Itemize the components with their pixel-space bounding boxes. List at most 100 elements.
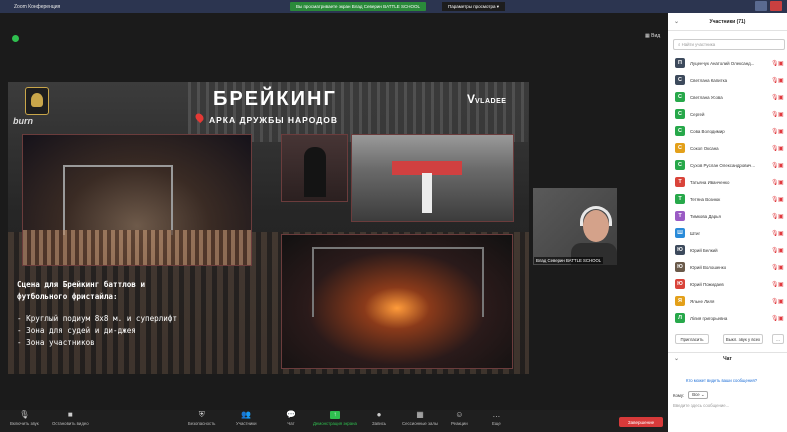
participants-button[interactable]: 👥 Участники [236,411,257,427]
video-icon: ■ [67,410,73,419]
participant-name: Татьяна Иванченко [690,179,730,185]
avatar: С [675,126,685,136]
participant-row[interactable]: Ю Юрий Волошенко 🎙 ▣ [668,260,787,274]
participant-row[interactable]: Т Татьяна Иванченко 🎙 ▣ [668,175,787,189]
participant-name: Светлана Усова [690,94,723,100]
avatar: С [675,109,685,119]
participant-name: Юрий Белкий [690,247,718,253]
video-off-icon: ▣ [778,264,784,271]
mute-all-button[interactable]: Выкл. звук у всех [723,334,763,344]
participant-name: Сухов Руслан Олександрович... [690,162,756,168]
more-icon: … [492,410,501,419]
encryption-shield-icon[interactable] [12,35,19,42]
invite-button[interactable]: Пригласить [675,334,709,344]
participants-header: ⌄ Участники (71) [668,13,787,31]
stage-features-list: - Круглый подиум 8х8 м. и суперлифт - Зо… [17,313,267,349]
security-button[interactable]: ⛨ Безопасность [188,410,215,427]
breakout-rooms-button[interactable]: ▦ Сессионные залы [402,410,438,427]
participant-name: Юрий Пожидаев [690,281,724,287]
video-off-icon: ▣ [778,94,784,101]
list-item: - Круглый подиум 8х8 м. и суперлифт [17,314,178,323]
share-screen-button[interactable]: ↑ Демонстрация экрана [313,411,357,426]
avatar: Ю [675,279,685,289]
participant-row[interactable]: Ю Юрий Белкий 🎙 ▣ [668,243,787,257]
share-banner: Вы просматриваете экран Влад Северин BAT… [290,2,426,11]
participant-name: Сокол Оксана [690,145,719,151]
chevron-down-icon[interactable]: ⌄ [674,355,679,362]
list-item: - Зона участников [17,338,95,347]
avatar: Ю [675,262,685,272]
participant-row[interactable]: П Луценчук Анатолий Олександ... 🎙 ▣ [668,56,787,70]
unmute-button[interactable]: 🎙 Включить звук [10,410,39,427]
participant-name: Сова Володимир [690,128,725,134]
participant-row[interactable]: Л Лілия григорьевна 🎙 ▣ [668,311,787,325]
view-label: Вид [651,33,661,39]
chat-input[interactable]: Введите здесь сообщение... [673,403,729,408]
participant-name: Штиг [690,230,701,236]
chat-recipient: Кому: Все ⌄ [673,391,709,399]
participant-row[interactable]: С Светлана Усова 🎙 ▣ [668,90,787,104]
dj-photo [281,134,348,202]
video-off-icon: ▣ [778,213,784,220]
meeting-toolbar: 🎙 Включить звук ■ Остановить видео ⛨ Без… [0,410,668,432]
share-screen-icon: ↑ [329,411,340,419]
security-icon: ⛨ [198,410,205,419]
avatar: Л [675,313,685,323]
avatar: С [675,92,685,102]
view-options-button[interactable]: Параметры просмотра ▾ [442,2,506,11]
avatar: С [675,75,685,85]
record-button[interactable]: ● Запись [372,410,386,427]
slide-title: БРЕЙКИНГ [213,88,337,110]
video-off-icon: ▣ [778,128,784,135]
participant-search-input[interactable]: ⌕ Найти участника [673,39,785,50]
video-off-icon: ▣ [778,111,784,118]
participant-name: Яльне Лиля [690,298,715,304]
participant-row[interactable]: Ш Штиг 🎙 ▣ [668,226,787,240]
more-options-button[interactable]: ... [772,334,784,344]
battle-school-logo [25,87,49,115]
chat-button[interactable]: 💬 Чат [286,410,296,427]
chat-visibility-note[interactable]: Кто может видеть ваши сообщения? [686,378,757,383]
avatar: П [675,58,685,68]
view-button[interactable]: ▦ Вид [645,33,660,39]
video-off-icon: ▣ [778,60,784,67]
record-icon: ● [376,410,382,419]
participant-row[interactable]: С Сокол Оксана 🎙 ▣ [668,141,787,155]
close-icon[interactable] [770,1,782,11]
minimize-icon[interactable] [755,1,767,11]
chat-recipient-select[interactable]: Все ⌄ [688,391,709,399]
presentation-slide: burn БРЕЙКИНГ АРКА ДРУЖБЫ НАРОДОВ VVLADE… [8,82,529,374]
avatar: Т [675,194,685,204]
video-off-icon: ▣ [778,247,784,254]
avatar: Я [675,296,685,306]
mic-icon: 🎙 [19,410,30,419]
avatar: С [675,143,685,153]
more-button[interactable]: … Еще [492,410,501,427]
video-off-icon: ▣ [778,77,784,84]
participant-row[interactable]: Т Тетяна Вознюк 🎙 ▣ [668,192,787,206]
participant-row[interactable]: Ю Юрий Пожидаев 🎙 ▣ [668,277,787,291]
chat-icon: 💬 [286,410,296,419]
video-off-icon: ▣ [778,230,784,237]
participant-name: Тимкова Дарья [690,213,721,219]
end-meeting-button[interactable]: Завершение [619,417,663,427]
stop-video-button[interactable]: ■ Остановить видео [52,410,89,427]
participant-row[interactable]: С Сухов Руслан Олександрович... 🎙 ▣ [668,158,787,172]
dancer-photo [351,134,514,222]
participant-row[interactable]: Я Яльне Лиля 🎙 ▣ [668,294,787,308]
participant-row[interactable]: С Светлана Капитка 🎙 ▣ [668,73,787,87]
title-bar: Zoom Конференция Вы просматриваете экран… [0,0,787,13]
speaker-video[interactable]: Влад Северин BATTLE SCHOOL [533,188,617,265]
participant-row[interactable]: С Сергей 🎙 ▣ [668,107,787,121]
participant-row[interactable]: Т Тимкова Дарья 🎙 ▣ [668,209,787,223]
chevron-down-icon[interactable]: ⌄ [674,18,679,25]
list-item: - Зона для судей и ди-джея [17,326,136,335]
window-title: Zoom Конференция [14,3,61,10]
stage-photo [22,134,252,266]
avatar: Т [675,177,685,187]
breakout-icon: ▦ [416,410,424,419]
reactions-button[interactable]: ☺ Реакции [451,411,468,427]
participant-name: Луценчук Анатолий Олександ... [690,60,755,66]
participant-row[interactable]: С Сова Володимир 🎙 ▣ [668,124,787,138]
speaker-name: Влад Северин BATTLE SCHOOL [534,257,604,264]
